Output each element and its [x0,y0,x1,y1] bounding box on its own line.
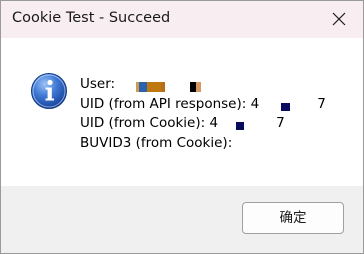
redacted-uid-cookie [218,118,276,130]
redaction-marks [236,122,245,130]
user-line: User: [80,75,326,95]
button-area: 确定 [1,186,363,253]
close-icon [332,12,346,26]
info-icon [31,73,67,109]
uid-cookie-line: UID (from Cookie): 4 7 [80,114,326,134]
buvid3-label: BUVID3 (from Cookie): [80,134,233,151]
title-bar: Cookie Test - Succeed [1,1,363,38]
dialog-content: User: UID (from API response): 4 7 UID (… [1,38,363,186]
message-dialog: Cookie Test - Succeed User: UID (from AP… [0,0,364,254]
uid-api-line: UID (from API response): 4 7 [80,95,326,115]
uid-api-suffix: 7 [317,95,326,112]
redaction-marks [281,102,291,111]
message-text: User: UID (from API response): 4 7 UID (… [80,75,326,153]
user-label: User: [80,76,116,92]
close-button[interactable] [317,1,363,38]
redacted-uid-api [259,99,317,111]
ok-button[interactable]: 确定 [242,202,344,234]
window-title: Cookie Test - Succeed [12,10,171,26]
redacted-user [136,79,228,92]
redaction-marks [136,82,202,92]
buvid3-line: BUVID3 (from Cookie): [80,134,326,154]
uid-cookie-label: UID (from Cookie): [80,115,206,131]
uid-api-value: 4 [250,95,260,112]
uid-cookie-value: 4 [209,115,219,131]
uid-api-label: UID (from API response): [80,95,247,112]
uid-cookie-suffix: 7 [276,115,285,131]
